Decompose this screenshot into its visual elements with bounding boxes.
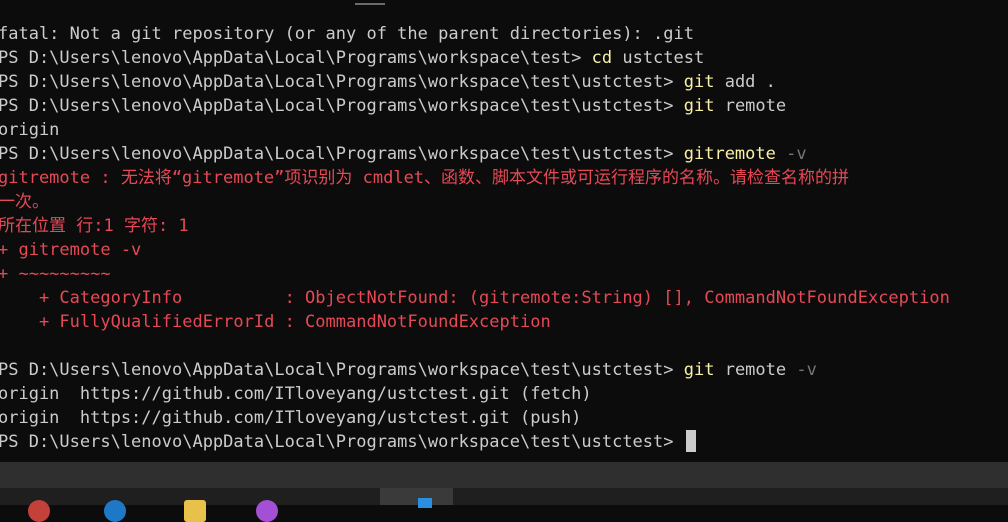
terminal-segment-err: gitremote : 无法将“gitremote”项识别为 cmdlet、函数… — [0, 168, 850, 188]
terminal-segment-cmd: git — [683, 360, 715, 380]
terminal-segment-out: origin — [0, 120, 60, 140]
terminal-segment-out: PS D:\Users\lenovo\AppData\Local\Program… — [0, 96, 684, 116]
terminal-line: 一次。 — [0, 190, 950, 214]
media-icon[interactable] — [256, 500, 278, 522]
browser-icon[interactable] — [28, 500, 50, 522]
terminal-line: PS D:\Users\lenovo\AppData\Local\Program… — [0, 358, 950, 382]
terminal-line: 所在位置 行:1 字符: 1 — [0, 214, 950, 238]
terminal-line: PS D:\Users\lenovo\AppData\Local\Program… — [0, 70, 950, 94]
terminal-line: origin — [0, 118, 950, 142]
terminal-line: origin https://github.com/ITloveyang/ust… — [0, 406, 950, 430]
taskbar — [0, 488, 1008, 522]
terminal-segment-cmd: git — [683, 96, 715, 116]
terminal-segment-out: fatal: Not a git repository (or any of t… — [0, 24, 694, 44]
terminal-segment-err: + ~~~~~~~~~ — [0, 264, 111, 284]
terminal-segment-param: -v — [775, 144, 807, 164]
terminal-line: + ~~~~~~~~~ — [0, 262, 950, 286]
terminal-line: origin https://github.com/ITloveyang/ust… — [0, 382, 950, 406]
terminal-segment-out: PS D:\Users\lenovo\AppData\Local\Program… — [0, 144, 684, 164]
terminal-status-band — [0, 462, 1008, 488]
terminal-line: PS D:\Users\lenovo\AppData\Local\Program… — [0, 94, 950, 118]
terminal-line: + CategoryInfo : ObjectNotFound: (gitrem… — [0, 286, 950, 310]
terminal-segment-out: origin https://github.com/ITloveyang/ust… — [0, 384, 592, 404]
terminal-segment-out: PS D:\Users\lenovo\AppData\Local\Program… — [0, 432, 684, 452]
terminal-segment-err: + FullyQualifiedErrorId : CommandNotFoun… — [0, 312, 551, 332]
edge-icon[interactable] — [104, 500, 126, 522]
terminal-segment-out: add . — [714, 72, 776, 92]
terminal-line: + FullyQualifiedErrorId : CommandNotFoun… — [0, 310, 950, 334]
terminal-segment-out: remote — [714, 360, 787, 380]
terminal-line: PS D:\Users\lenovo\AppData\Local\Program… — [0, 430, 950, 454]
terminal-segment-out: remote — [714, 96, 787, 116]
terminal-segment-err: + CategoryInfo : ObjectNotFound: (gitrem… — [0, 288, 950, 308]
terminal-output[interactable]: fatal: Not a git repository (or any of t… — [0, 22, 950, 454]
terminal-line: gitremote : 无法将“gitremote”项识别为 cmdlet、函数… — [0, 166, 950, 190]
terminal-window[interactable]: fatal: Not a git repository (or any of t… — [0, 0, 1008, 462]
terminal-segment-cmd: gitremote — [683, 144, 776, 164]
terminal-segment-out: PS D:\Users\lenovo\AppData\Local\Program… — [0, 360, 684, 380]
terminal-line: PS D:\Users\lenovo\AppData\Local\Program… — [0, 46, 950, 70]
taskbar-active-item[interactable] — [380, 488, 453, 508]
terminal-line: PS D:\Users\lenovo\AppData\Local\Program… — [0, 142, 950, 166]
terminal-segment-err: 所在位置 行:1 字符: 1 — [0, 216, 189, 236]
terminal-cursor — [685, 430, 696, 452]
terminal-segment-err: + gitremote -v — [0, 240, 142, 260]
vscode-icon — [418, 498, 432, 508]
terminal-line: fatal: Not a git repository (or any of t… — [0, 22, 950, 46]
terminal-segment-out: origin https://github.com/ITloveyang/ust… — [0, 408, 582, 428]
terminal-segment-param: -v — [786, 360, 817, 380]
terminal-segment-out: PS D:\Users\lenovo\AppData\Local\Program… — [0, 48, 592, 68]
folder-icon[interactable] — [184, 500, 206, 522]
terminal-segment-out: PS D:\Users\lenovo\AppData\Local\Program… — [0, 72, 684, 92]
scroll-indicator — [355, 3, 385, 5]
terminal-segment-cmd: cd — [591, 48, 613, 68]
terminal-segment-cmd: git — [683, 72, 715, 92]
terminal-segment-err: 一次。 — [0, 192, 49, 212]
terminal-line: + gitremote -v — [0, 238, 950, 262]
terminal-segment-out: ustctest — [612, 48, 705, 68]
